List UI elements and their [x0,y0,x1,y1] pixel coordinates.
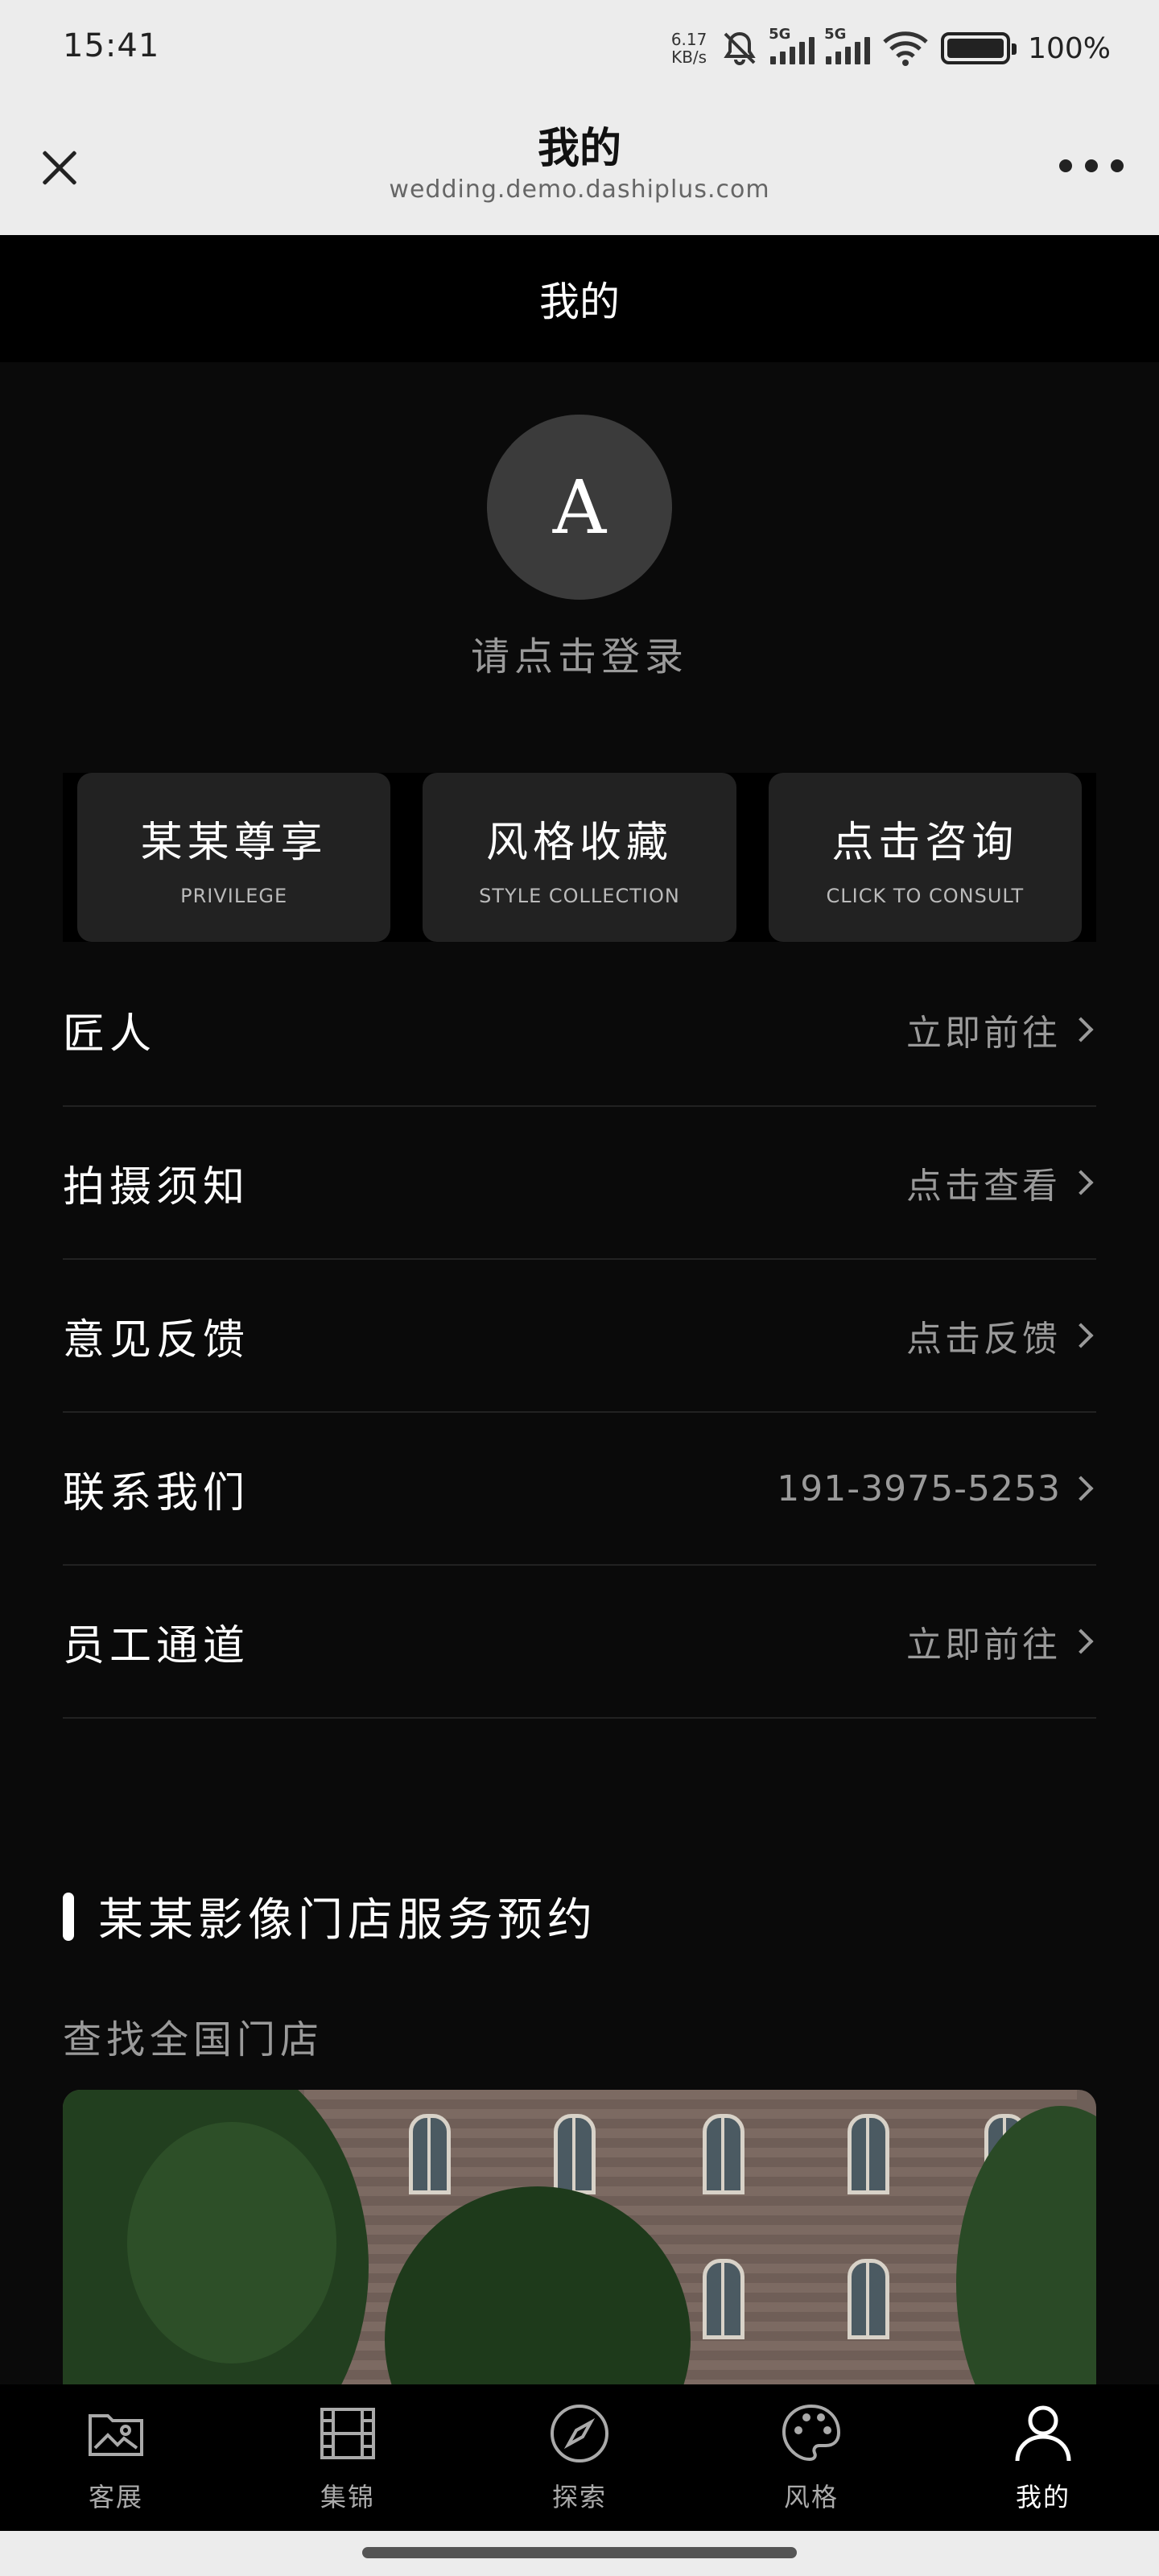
gallery-icon [89,2414,143,2456]
menu-label: 拍摄须知 [63,1162,250,1212]
tab-label: 我的 [1015,2482,1070,2512]
tab-label: 集锦 [320,2482,375,2512]
app-header: 我的 wedding.demo.dashiplus.com [0,97,1159,235]
home-indicator-area [0,2531,1159,2576]
menu-label: 匠人 [63,1009,157,1059]
feature-cards: 某某尊享 PRIVILEGE 风格收藏 STYLE COLLECTION 点击咨… [63,773,1096,942]
more-options-icon[interactable] [1059,156,1124,175]
menu-value: 点击查看 [906,1166,1061,1207]
home-indicator[interactable] [362,2547,797,2558]
card-title: 某某尊享 [140,818,328,867]
status-bar: 15:41 6.17 KB/s 5G 5G 100% [0,0,1159,97]
login-link[interactable]: 请点击登录 [0,625,1159,681]
tab-label: 风格 [783,2482,839,2512]
palette-icon [782,2404,841,2462]
section-title: 某某影像门店服务预约 [98,1894,597,1946]
menu-label: 联系我们 [63,1468,250,1517]
network-speed: 6.17 KB/s [670,30,707,67]
signal-icon-sim2: 5G [824,26,871,64]
card-title: 点击咨询 [831,818,1019,867]
menu-item-feedback[interactable]: 意见反馈 点击反馈 [63,1260,1096,1413]
card-consult[interactable]: 点击咨询 CLICK TO CONSULT [768,773,1082,942]
card-privilege[interactable]: 某某尊享 PRIVILEGE [77,773,391,942]
card-subtitle: CLICK TO CONSULT [826,884,1025,907]
store-photo[interactable] [63,2090,1096,2428]
tab-explore[interactable]: 探索 [464,2384,695,2531]
card-subtitle: PRIVILEGE [180,884,288,907]
chevron-right-icon [1068,1476,1094,1501]
tab-label: 客展 [88,2482,143,2512]
tab-label: 探索 [551,2482,607,2512]
compass-icon [551,2405,608,2462]
status-time: 15:41 [63,27,160,64]
tab-gallery[interactable]: 客展 [0,2384,232,2531]
section-heading: 某某影像门店服务预约 [63,1884,597,1949]
menu-value: 立即前往 [906,1013,1061,1054]
user-icon [1015,2405,1071,2462]
wifi-icon [883,31,928,66]
card-subtitle: STYLE COLLECTION [479,884,680,907]
app-title: 我的 [537,125,621,173]
film-icon [320,2408,375,2459]
mute-bell-icon [724,31,756,65]
card-style-collection[interactable]: 风格收藏 STYLE COLLECTION [423,773,736,942]
battery-icon [941,32,1017,64]
battery-level: 100% [1028,31,1111,65]
bottom-tab-bar: 客展 集锦 探索 风格 我的 [0,2384,1159,2531]
menu-label: 意见反馈 [63,1315,250,1364]
chevron-right-icon [1068,1017,1094,1042]
signal-icon-sim1: 5G [769,26,815,64]
status-icons: 6.17 KB/s 5G 5G 100% [669,23,1111,74]
avatar[interactable]: A [487,415,672,600]
chevron-right-icon [1068,1323,1094,1348]
app-url: wedding.demo.dashiplus.com [389,175,770,204]
find-stores-link[interactable]: 查找全国门店 [63,2008,324,2064]
menu-value: 点击反馈 [906,1319,1061,1360]
menu-label: 员工通道 [63,1621,250,1670]
card-title: 风格收藏 [485,818,673,867]
menu-value: 立即前往 [906,1624,1061,1666]
menu-item-craftsman[interactable]: 匠人 立即前往 [63,954,1096,1107]
tab-style[interactable]: 风格 [695,2384,927,2531]
menu-item-shooting-notice[interactable]: 拍摄须知 点击查看 [63,1107,1096,1260]
menu-list: 匠人 立即前往 拍摄须知 点击查看 意见反馈 点击反馈 联系我们 191-397… [63,954,1096,1719]
chevron-right-icon [1068,1629,1094,1654]
page-title: 我的 [0,235,1159,362]
chevron-right-icon [1068,1170,1094,1195]
menu-item-contact[interactable]: 联系我们 191-3975-5253 [63,1413,1096,1566]
tab-mine[interactable]: 我的 [927,2384,1159,2531]
section-marker [63,1892,74,1941]
phone-number: 191-3975-5253 [777,1468,1061,1509]
menu-item-staff[interactable]: 员工通道 立即前往 [63,1566,1096,1719]
tab-highlights[interactable]: 集锦 [232,2384,464,2531]
